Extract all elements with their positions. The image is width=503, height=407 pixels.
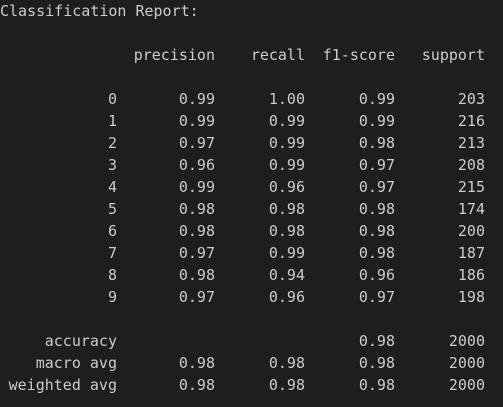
row-label: 9: [107, 288, 117, 306]
recall-value: 0.98: [268, 354, 305, 372]
f1-score-value: 0.99: [358, 90, 395, 108]
support-value: 216: [457, 112, 485, 130]
table-row: 5 0.98 0.98 0.98 174: [0, 198, 503, 220]
table-row: 2 0.97 0.99 0.98 213: [0, 132, 503, 154]
precision-value: 0.98: [178, 222, 215, 240]
table-row: 0 0.99 1.00 0.99 203: [0, 88, 503, 110]
precision-value: 0.98: [178, 200, 215, 218]
row-label: 6: [107, 222, 117, 240]
recall-value: 0.96: [268, 288, 305, 306]
table-row: 9 0.97 0.96 0.97 198: [0, 286, 503, 308]
f1-score-value: 0.98: [358, 244, 395, 262]
table-row: 3 0.96 0.99 0.97 208: [0, 154, 503, 176]
f1-score-value: 0.98: [358, 354, 395, 372]
table-row: 8 0.98 0.94 0.96 186: [0, 264, 503, 286]
row-label: 2: [107, 134, 117, 152]
table-row: 7 0.97 0.99 0.98 187: [0, 242, 503, 264]
f1-score-value: 0.98: [358, 332, 395, 350]
row-label: 3: [107, 156, 117, 174]
support-value: 213: [457, 134, 485, 152]
support-value: 174: [457, 200, 485, 218]
header-support: support: [421, 46, 485, 64]
table-row: 6 0.98 0.98 0.98 200: [0, 220, 503, 242]
recall-value: 0.99: [268, 134, 305, 152]
f1-score-value: 0.98: [358, 376, 395, 394]
f1-score-value: 0.97: [358, 178, 395, 196]
f1-score-value: 0.98: [358, 134, 395, 152]
precision-value: 0.98: [178, 376, 215, 394]
support-value: 198: [457, 288, 485, 306]
f1-score-value: 0.96: [358, 266, 395, 284]
precision-value: 0.99: [178, 112, 215, 130]
precision-value: 0.99: [178, 178, 215, 196]
row-label: 5: [107, 200, 117, 218]
recall-value: 0.99: [268, 112, 305, 130]
support-value: 203: [457, 90, 485, 108]
support-value: 187: [457, 244, 485, 262]
summary-row: macro avg 0.98 0.98 0.98 2000: [0, 352, 503, 374]
recall-value: 0.94: [268, 266, 305, 284]
report-title: Classification Report:: [0, 2, 199, 20]
precision-value: 0.96: [178, 156, 215, 174]
header-row: precision recall f1-score support: [0, 44, 503, 66]
recall-value: 0.98: [268, 222, 305, 240]
precision-value: 0.98: [178, 354, 215, 372]
row-label: 0: [107, 90, 117, 108]
support-value: 215: [457, 178, 485, 196]
support-value: 2000: [448, 332, 485, 350]
header-f1-score: f1-score: [322, 46, 395, 64]
header-precision: precision: [133, 46, 215, 64]
row-label: 7: [107, 244, 117, 262]
f1-score-value: 0.98: [358, 222, 395, 240]
row-label: 8: [107, 266, 117, 284]
terminal-output: Classification Report: precision recall …: [0, 0, 503, 407]
precision-value: 0.98: [178, 266, 215, 284]
support-value: 208: [457, 156, 485, 174]
recall-value: 0.99: [268, 156, 305, 174]
support-value: 200: [457, 222, 485, 240]
recall-value: 0.98: [268, 200, 305, 218]
recall-value: 0.99: [268, 244, 305, 262]
support-value: 2000: [448, 376, 485, 394]
precision-value: 0.97: [178, 288, 215, 306]
f1-score-value: 0.99: [358, 112, 395, 130]
recall-value: 0.98: [268, 376, 305, 394]
row-label: 4: [107, 178, 117, 196]
support-value: 2000: [448, 354, 485, 372]
precision-value: 0.97: [178, 244, 215, 262]
precision-value: 0.97: [178, 134, 215, 152]
row-label: accuracy: [44, 332, 117, 350]
f1-score-value: 0.98: [358, 200, 395, 218]
row-label: 1: [107, 112, 117, 130]
table-row: 4 0.99 0.96 0.97 215: [0, 176, 503, 198]
precision-value: 0.99: [178, 90, 215, 108]
support-value: 186: [457, 266, 485, 284]
f1-score-value: 0.97: [358, 288, 395, 306]
summary-row: accuracy 0.98 2000: [0, 330, 503, 352]
f1-score-value: 0.97: [358, 156, 395, 174]
summary-row: weighted avg 0.98 0.98 0.98 2000: [0, 374, 503, 396]
recall-value: 0.96: [268, 178, 305, 196]
table-row: 1 0.99 0.99 0.99 216: [0, 110, 503, 132]
row-label: macro avg: [35, 354, 117, 372]
row-label: weighted avg: [8, 376, 117, 394]
recall-value: 1.00: [268, 90, 305, 108]
header-recall: recall: [250, 46, 305, 64]
